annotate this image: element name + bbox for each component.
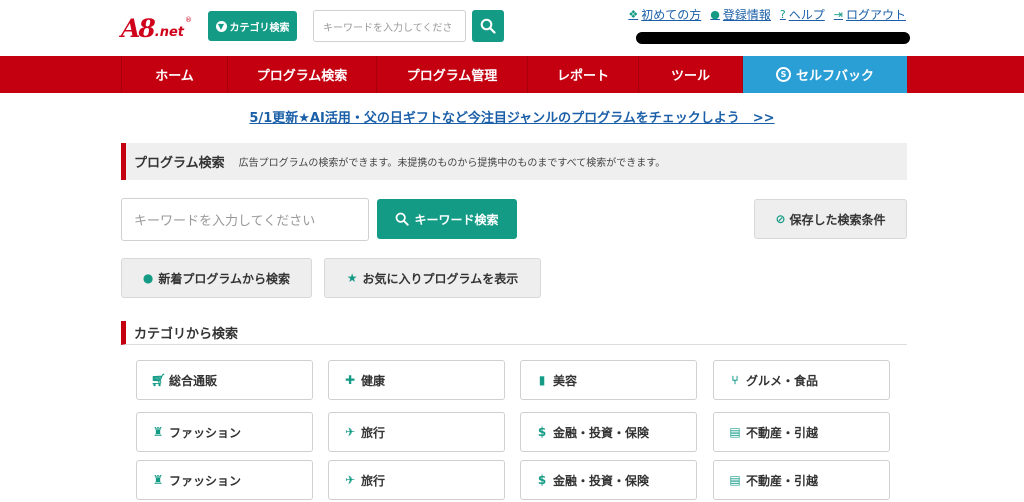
question-icon: ? bbox=[779, 8, 786, 21]
main-nav: ホーム プログラム検索 プログラム管理 レポート ツール S セルフバック bbox=[0, 56, 1024, 93]
logout-icon: ⇥ bbox=[833, 8, 843, 21]
nav-selfback[interactable]: S セルフバック bbox=[743, 56, 907, 93]
category-fashion[interactable]: ♜ ファッション bbox=[136, 460, 313, 500]
saved-conditions-button[interactable]: ⊘ 保存した検索条件 bbox=[754, 199, 907, 239]
keyword-search-placeholder: キーワードを入力してください bbox=[134, 214, 316, 229]
program-search-heading: プログラム検索 広告プログラムの検索ができます。未提携のものから提携中のものまで… bbox=[121, 143, 907, 180]
category-label: ファッション bbox=[169, 473, 242, 488]
category-label: 金融・投資・保険 bbox=[553, 425, 650, 440]
category-travel[interactable]: ✈ 旅行 bbox=[328, 412, 505, 452]
lightbulb-icon: ● bbox=[142, 271, 154, 285]
category-label: 健康 bbox=[361, 373, 386, 388]
first-aid-icon: ✚ bbox=[344, 373, 356, 387]
chevron-down-circle-icon: ▼ bbox=[215, 20, 227, 32]
category-health[interactable]: ✚ 健康 bbox=[328, 360, 505, 400]
search-icon bbox=[480, 18, 496, 34]
fork-knife-icon: ⑂ bbox=[731, 373, 739, 387]
selfback-icon: S bbox=[775, 67, 791, 82]
category-label: 旅行 bbox=[361, 473, 386, 488]
category-finance[interactable]: $ 金融・投資・保険 bbox=[520, 412, 697, 452]
new-programs-button[interactable]: ● 新着プログラムから検索 bbox=[121, 258, 312, 298]
money-bag-icon: $ bbox=[537, 473, 547, 487]
account-info-label: 登録情報 bbox=[722, 8, 771, 22]
program-search-title: プログラム検索 bbox=[134, 156, 225, 171]
announcement-banner: 5/1更新★AI活用・父の日ギフトなど今注目ジャンルのプログラムをチェックしよう… bbox=[0, 107, 1024, 126]
shirt-icon: ♜ bbox=[152, 473, 164, 487]
logo-reg: ® bbox=[185, 16, 193, 24]
nav-program-search-label: プログラム検索 bbox=[256, 69, 348, 84]
new-programs-label: 新着プログラムから検索 bbox=[158, 271, 291, 286]
person-icon: ● bbox=[710, 8, 720, 21]
category-label: 美容 bbox=[553, 373, 578, 388]
favorite-programs-label: お気に入りプログラムを表示 bbox=[362, 271, 519, 286]
nav-home[interactable]: ホーム bbox=[121, 56, 228, 93]
nav-tools-label: ツール bbox=[670, 69, 710, 84]
nav-program-management[interactable]: プログラム管理 bbox=[377, 56, 528, 93]
category-real-estate[interactable]: ▤ 不動産・引越 bbox=[713, 460, 890, 500]
nav-home-label: ホーム bbox=[155, 69, 194, 84]
cart-icon: 🛒︎ bbox=[151, 373, 167, 387]
category-label: グルメ・食品 bbox=[746, 373, 819, 388]
category-label: 不動産・引越 bbox=[746, 425, 819, 440]
keyword-search-input[interactable]: キーワードを入力してください bbox=[121, 198, 369, 241]
help-label: ヘルプ bbox=[788, 8, 825, 22]
logo-main: A8 bbox=[121, 14, 156, 43]
saved-conditions-label: 保存した検索条件 bbox=[789, 212, 886, 227]
category-search-label: カテゴリ検索 bbox=[229, 22, 290, 34]
beginner-mark-icon: ❖ bbox=[628, 8, 639, 21]
redacted-user-info bbox=[636, 32, 910, 44]
nav-selfback-label: セルフバック bbox=[795, 69, 874, 84]
lipstick-icon: ▮ bbox=[538, 373, 546, 387]
category-fashion[interactable]: ♜ ファッション bbox=[136, 412, 313, 452]
header-search-placeholder: キーワードを入力してくださ bbox=[323, 22, 453, 34]
category-search-button[interactable]: ▼ カテゴリ検索 bbox=[208, 11, 297, 41]
category-real-estate[interactable]: ▤ 不動産・引越 bbox=[713, 412, 890, 452]
category-label: 金融・投資・保険 bbox=[553, 473, 650, 488]
search-icon bbox=[396, 212, 410, 226]
category-finance[interactable]: $ 金融・投資・保険 bbox=[520, 460, 697, 500]
nav-program-management-label: プログラム管理 bbox=[406, 69, 498, 84]
category-label: 不動産・引越 bbox=[746, 473, 819, 488]
category-search-title: カテゴリから検索 bbox=[134, 327, 239, 342]
keyword-search-button[interactable]: キーワード検索 bbox=[377, 199, 517, 239]
site-header: A8 .net ® ▼ カテゴリ検索 キーワードを入力してくださ ❖ 初めての方… bbox=[0, 0, 1024, 56]
logo-suffix: .net bbox=[154, 25, 185, 40]
nav-program-search[interactable]: プログラム検索 bbox=[228, 56, 377, 93]
nav-report-label: レポート bbox=[556, 69, 609, 84]
top-links: ❖ 初めての方 ● 登録情報 ? ヘルプ ⇥ ログアウト bbox=[628, 6, 906, 23]
logout-label: ログアウト bbox=[845, 8, 906, 22]
a8-logo[interactable]: A8 .net ® bbox=[121, 12, 192, 42]
category-label: 旅行 bbox=[361, 425, 386, 440]
account-info-link[interactable]: ● 登録情報 bbox=[710, 6, 771, 23]
program-search-description: 広告プログラムの検索ができます。未提携のものから提携中のものまですべて検索ができ… bbox=[238, 158, 666, 169]
beginner-link-label: 初めての方 bbox=[641, 8, 702, 22]
category-label: 総合通販 bbox=[169, 373, 218, 388]
logout-link[interactable]: ⇥ ログアウト bbox=[834, 6, 906, 23]
header-search-input[interactable]: キーワードを入力してくださ bbox=[313, 10, 466, 42]
shop-icon: ▤ bbox=[729, 473, 741, 487]
nav-tools[interactable]: ツール bbox=[639, 56, 743, 93]
airplane-icon: ✈ bbox=[344, 425, 356, 439]
header-search-button[interactable] bbox=[472, 10, 504, 42]
paperclip-icon: ⊘ bbox=[775, 212, 786, 226]
help-link[interactable]: ? ヘルプ bbox=[780, 6, 825, 23]
favorite-programs-button[interactable]: ★ お気に入りプログラムを表示 bbox=[324, 258, 541, 298]
money-bag-icon: $ bbox=[537, 425, 547, 439]
keyword-search-label: キーワード検索 bbox=[414, 212, 499, 227]
category-search-heading: カテゴリから検索 bbox=[121, 321, 907, 345]
category-travel[interactable]: ✈ 旅行 bbox=[328, 460, 505, 500]
category-label: ファッション bbox=[169, 425, 242, 440]
category-gourmet[interactable]: ⑂ グルメ・食品 bbox=[713, 360, 890, 400]
star-icon: ★ bbox=[346, 271, 358, 285]
announcement-link[interactable]: 5/1更新★AI活用・父の日ギフトなど今注目ジャンルのプログラムをチェックしよう… bbox=[249, 111, 774, 126]
shirt-icon: ♜ bbox=[152, 425, 164, 439]
category-general-shopping[interactable]: 🛒︎ 総合通販 bbox=[136, 360, 313, 400]
nav-report[interactable]: レポート bbox=[528, 56, 639, 93]
beginner-link[interactable]: ❖ 初めての方 bbox=[628, 6, 701, 23]
category-beauty[interactable]: ▮ 美容 bbox=[520, 360, 697, 400]
airplane-icon: ✈ bbox=[344, 473, 356, 487]
shop-icon: ▤ bbox=[729, 425, 741, 439]
